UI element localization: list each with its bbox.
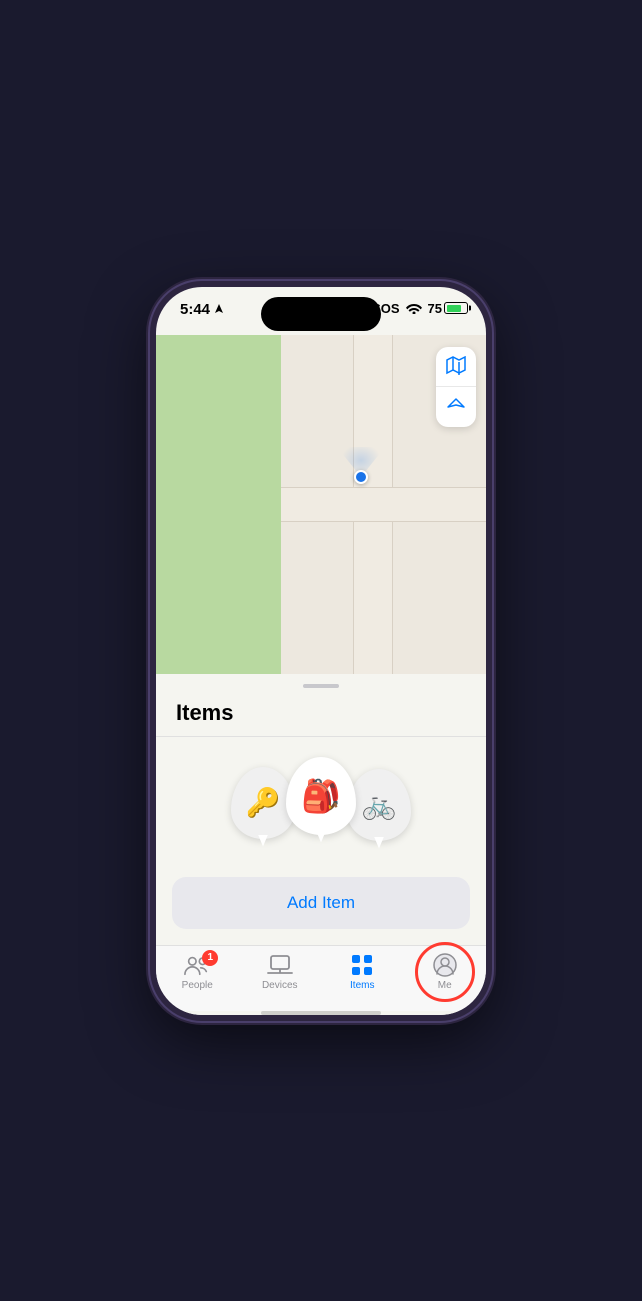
tab-bar: 1 People Devices: [156, 945, 486, 1011]
battery-body: [444, 302, 468, 314]
bicycle-emoji: 🚲: [362, 788, 397, 821]
status-time: 5:44: [180, 301, 224, 318]
add-item-label: Add Item: [287, 893, 355, 912]
map-area[interactable]: [156, 335, 486, 674]
item-cluster: 🔑 🎒 🚲: [231, 757, 411, 857]
phone-frame: 5:44 SOS 75: [150, 281, 492, 1021]
items-grid-icon: [351, 954, 373, 976]
screen: 5:44 SOS 75: [156, 287, 486, 1015]
map-view-button[interactable]: [436, 347, 476, 387]
me-person-icon: [433, 953, 457, 977]
people-tab-label: People: [182, 980, 213, 991]
backpack-emoji: 🎒: [301, 777, 341, 815]
items-area: 🔑 🎒 🚲: [156, 737, 486, 877]
devices-tab-label: Devices: [262, 980, 298, 991]
location-center-button[interactable]: [436, 387, 476, 427]
dynamic-island: [261, 297, 381, 331]
items-tab-label: Items: [350, 980, 374, 991]
battery-fill: [447, 305, 461, 312]
item-pin-backpack[interactable]: 🎒: [286, 757, 356, 835]
me-tab-icon: [432, 954, 458, 976]
map-icon: [446, 356, 466, 376]
tab-me[interactable]: Me: [404, 954, 487, 991]
people-badge: 1: [202, 950, 218, 966]
key-emoji: 🔑: [246, 786, 281, 819]
me-tab-label: Me: [438, 980, 452, 991]
items-tab-icon: [349, 954, 375, 976]
sheet-title: Items: [156, 688, 486, 736]
location-dot: [354, 470, 368, 484]
wifi-icon: [406, 302, 422, 314]
battery-icon: 75: [428, 301, 468, 316]
item-pin-bicycle[interactable]: 🚲: [347, 769, 411, 841]
location-dot-center: [354, 470, 368, 484]
location-arrow-icon: [214, 304, 224, 314]
home-indicator[interactable]: [261, 1011, 381, 1015]
bottom-sheet: Items 🔑 🎒 🚲 Add Item: [156, 674, 486, 945]
map-green-zone: [156, 335, 281, 674]
time-display: 5:44: [180, 301, 210, 318]
tab-devices[interactable]: Devices: [239, 954, 322, 991]
status-right: SOS 75: [372, 301, 468, 316]
location-arrow-map-icon: [446, 397, 466, 417]
people-tab-icon: 1: [184, 954, 210, 976]
map-controls: [436, 347, 476, 427]
devices-icon: [267, 954, 293, 976]
add-item-button[interactable]: Add Item: [172, 877, 470, 929]
battery-percent: 75: [428, 301, 442, 316]
tab-people[interactable]: 1 People: [156, 954, 239, 991]
devices-tab-icon: [267, 954, 293, 976]
tab-items[interactable]: Items: [321, 954, 404, 991]
home-indicator-area: [156, 1011, 486, 1015]
